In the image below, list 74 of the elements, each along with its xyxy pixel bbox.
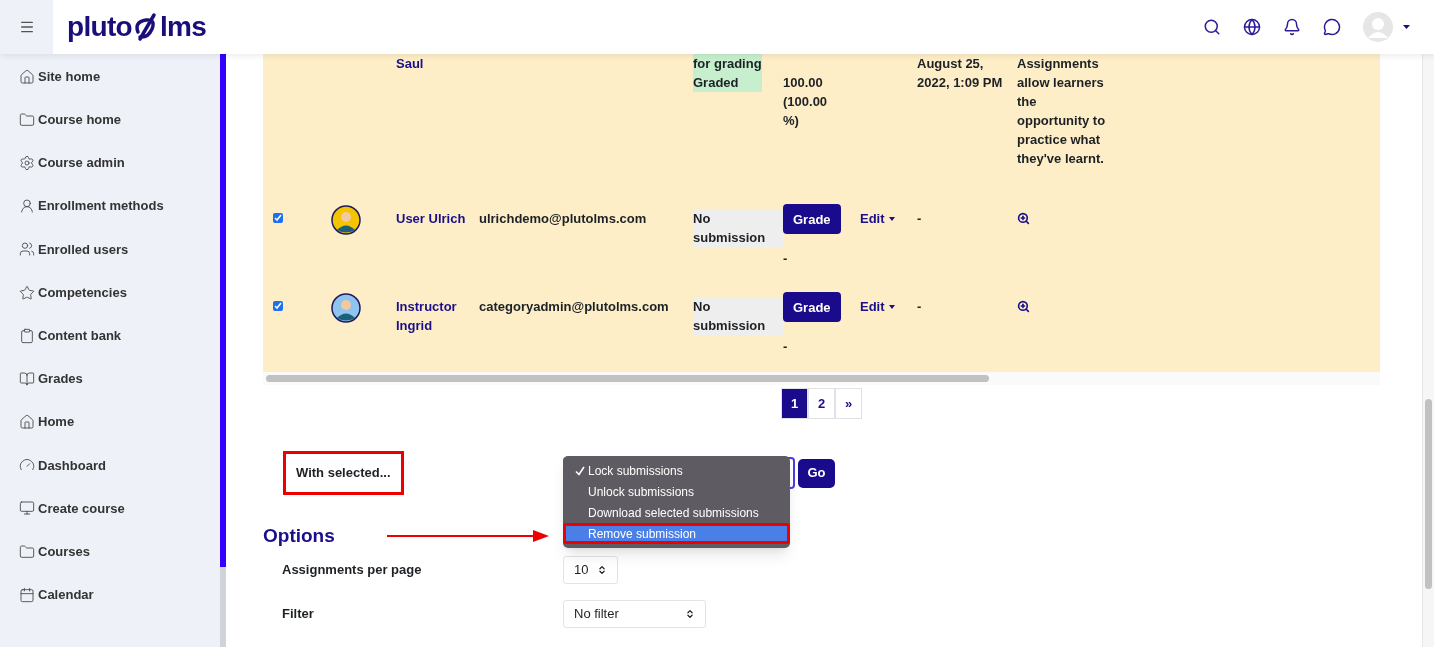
page-link[interactable]: » [835,388,862,419]
caret-icon [888,216,895,221]
row-checkbox[interactable] [273,213,283,223]
date-text: - [917,299,922,314]
user-link[interactable]: Instructor Ingrid [396,297,475,335]
folder-icon [19,111,35,128]
sidebar-item[interactable]: Enrolled users [0,227,220,271]
sidebar-item[interactable]: Home [0,400,220,444]
folder-icon [19,543,35,560]
logo[interactable]: pluto lms [67,12,207,42]
status-text: for grading Graded [693,54,762,92]
zoom-icon[interactable] [1017,212,1030,225]
feedback-text: Assignments allow learners the opportunity to practice what they've learnt. [1017,56,1106,166]
select-field[interactable]: 10 [563,556,618,584]
page-scrollbar[interactable] [1422,54,1434,647]
caret-icon[interactable] [1403,25,1410,29]
menu-button[interactable] [18,19,35,35]
row-checkbox[interactable] [273,301,283,311]
sidebar-item[interactable]: Competencies [0,270,220,315]
user-link[interactable]: Saul [396,54,475,73]
zoom-icon[interactable] [1017,300,1030,313]
edit-menu[interactable]: Edit [860,297,895,316]
field-label: Filter [281,605,315,624]
chat-icon[interactable] [1323,18,1341,36]
search-icon[interactable] [1203,18,1221,36]
clipboard-icon [19,327,35,344]
user-icon [19,198,35,215]
sidebar-item[interactable]: Enrollment methods [0,184,220,228]
home-icon [19,68,35,85]
star-icon [19,284,35,301]
grade-button[interactable]: Grade [783,204,841,234]
menu-option[interactable]: Remove submission [563,523,790,544]
book-icon [19,370,35,387]
select-field[interactable]: No filter [563,600,706,628]
grade-text: 100.00 (100.00 %) [783,74,829,130]
sidebar-item[interactable]: Create course [0,486,220,531]
page-link[interactable]: 1 [781,388,808,419]
sidebar-item[interactable]: Dashboard [0,443,220,487]
users-icon [19,241,35,258]
menu-option[interactable]: Download selected submissions [566,502,787,523]
section-heading: Options [263,523,335,548]
sidebar-item[interactable]: Courses [0,530,220,574]
monitor-icon [19,500,35,517]
sidebar-item[interactable]: Course admin [0,141,220,185]
bell-icon[interactable] [1283,18,1301,36]
status-text: No submission [693,297,783,335]
user-link[interactable]: User Ulrich [396,209,475,228]
email-text: categoryadmin@plutolms.com [479,299,669,314]
sidebar-item[interactable]: Site home [0,55,220,99]
status-text: No submission [693,209,783,247]
menu-option[interactable]: Unlock submissions [566,481,787,502]
caret-icon [888,304,895,309]
with-selected-label: With selected... [283,451,404,495]
email-text: ulrichdemo@plutolms.com [479,211,647,226]
select-arrows-icon [685,609,695,619]
sidebar-item[interactable]: Content bank [0,314,220,358]
grade-button[interactable]: Grade [783,292,841,322]
calendar-icon [19,586,35,603]
edit-menu[interactable]: Edit [860,209,895,228]
globe-icon[interactable] [1243,18,1261,36]
sidebar-item[interactable]: Course home [0,98,220,142]
home-icon [19,414,35,431]
grade-text: - [783,250,789,268]
sidebar-item[interactable]: Calendar [0,573,220,617]
sidebar-item[interactable]: Grades [0,357,220,401]
field-label: Assignments per page [281,561,423,580]
date-text: August 25, 2022, 1:09 PM [917,56,1003,90]
grade-text: - [783,338,789,356]
date-text: - [917,211,922,226]
select-arrows-icon [597,565,607,575]
horizontal-scrollbar[interactable] [263,371,1380,385]
page-link[interactable]: 2 [808,388,835,419]
gear-icon [19,154,35,171]
go-button[interactable]: Go [798,458,835,488]
